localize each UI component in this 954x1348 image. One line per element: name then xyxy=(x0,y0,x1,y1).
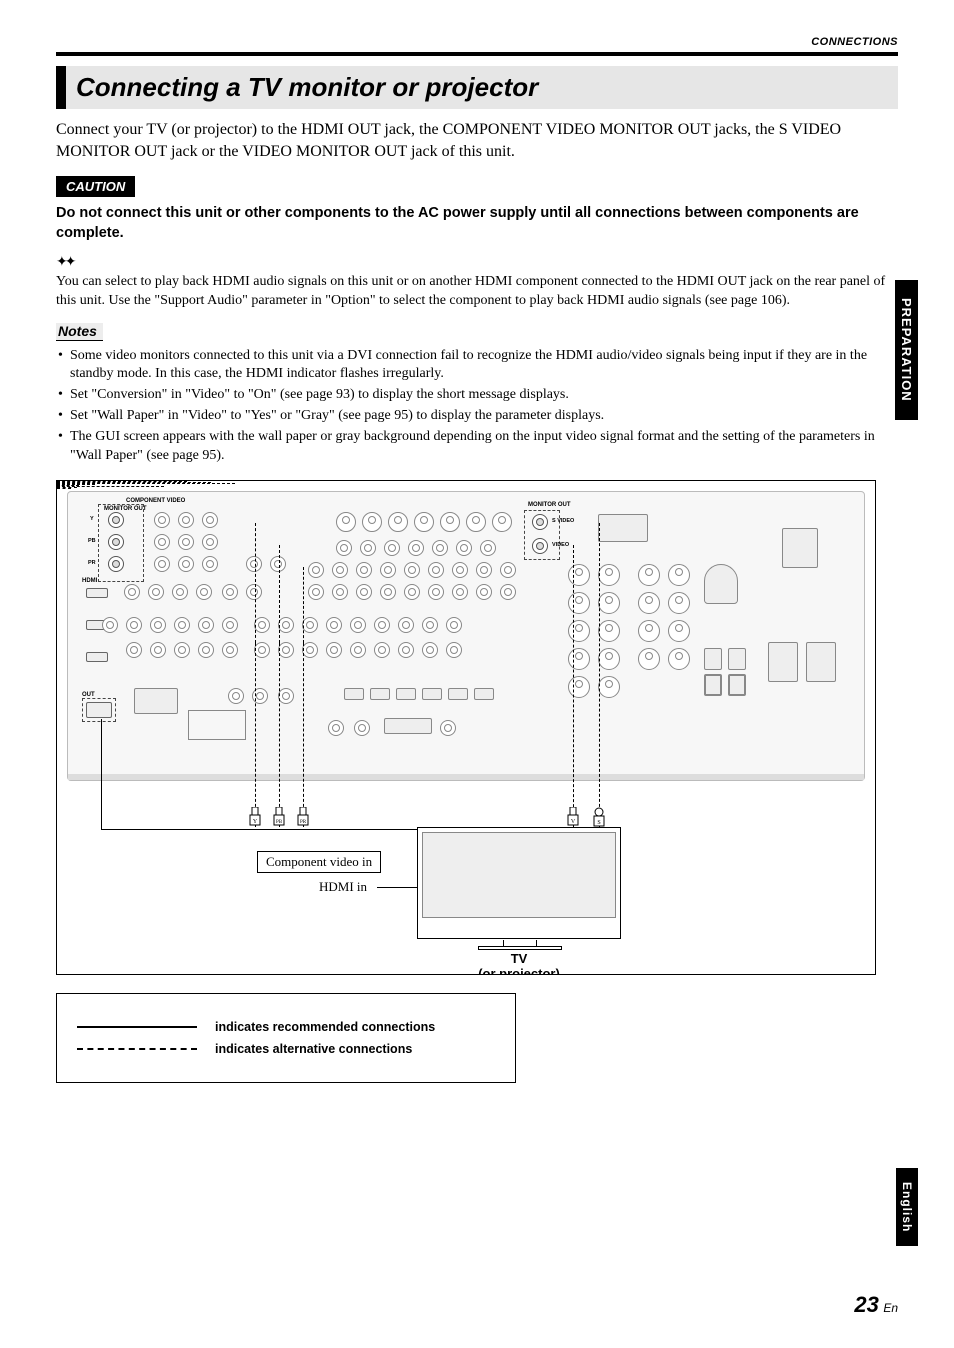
note-item: Set "Conversion" in "Video" to "On" (see… xyxy=(56,386,898,405)
notes-list: Some video monitors connected to this un… xyxy=(56,347,898,466)
title-band: Connecting a TV monitor or projector xyxy=(56,66,898,109)
note-item: Set "Wall Paper" in "Video" to "Yes" or … xyxy=(56,407,898,426)
caution-badge: CAUTION xyxy=(56,176,135,197)
legend-line-solid xyxy=(77,1026,197,1028)
label-video: VIDEO xyxy=(552,542,569,548)
jack-component-y xyxy=(108,512,124,528)
label-y: Y xyxy=(90,516,94,522)
note-item: The GUI screen appears with the wall pap… xyxy=(56,428,898,466)
jack-svideo-out xyxy=(532,514,548,530)
label-hdmi-in: HDMI in xyxy=(319,879,367,895)
tip-icon: ✦✦ xyxy=(56,254,898,271)
label-hdmi: HDMI xyxy=(82,578,97,584)
legend-box: indicates recommended connections indica… xyxy=(56,993,516,1083)
page-number: 23 En xyxy=(854,1292,898,1318)
legend-recommended: indicates recommended connections xyxy=(215,1020,435,1034)
antenna-icon xyxy=(704,564,738,604)
label-monitor-out-right: MONITOR OUT xyxy=(528,502,571,508)
label-svideo: S VIDEO xyxy=(552,518,574,524)
svg-text:Y: Y xyxy=(253,819,258,825)
svg-text:PR: PR xyxy=(300,820,307,825)
legend-line-dashed xyxy=(77,1048,197,1050)
side-tab-preparation: PREPARATION xyxy=(895,280,918,420)
connection-diagram: COMPONENT VIDEO MONITOR OUT Y PB PR HDMI xyxy=(56,480,876,975)
plug-pr: PR xyxy=(296,807,310,829)
plug-y: Y xyxy=(248,807,262,829)
notes-heading: Notes xyxy=(56,323,103,341)
label-component-in: Component video in xyxy=(257,851,381,873)
tv-monitor xyxy=(417,827,621,939)
tip-text: You can select to play back HDMI audio s… xyxy=(56,273,898,311)
plug-video: V xyxy=(566,807,580,829)
port-hdmi-3 xyxy=(86,652,108,662)
rear-panel: COMPONENT VIDEO MONITOR OUT Y PB PR HDMI xyxy=(67,491,865,781)
header-rule xyxy=(56,52,898,56)
side-tab-english: English xyxy=(896,1168,918,1246)
jack-component-pb xyxy=(108,534,124,550)
jack-video-out xyxy=(532,538,548,554)
plug-svideo: S xyxy=(592,807,606,829)
intro-paragraph: Connect your TV (or projector) to the HD… xyxy=(56,119,898,162)
label-pr: PR xyxy=(88,560,96,566)
jack-component-pr xyxy=(108,556,124,572)
port-hdmi-1 xyxy=(86,588,108,598)
note-item: Some video monitors connected to this un… xyxy=(56,347,898,385)
page-title: Connecting a TV monitor or projector xyxy=(76,72,888,103)
section-header: CONNECTIONS xyxy=(56,36,898,48)
tv-label: TV (or projector) xyxy=(417,951,621,975)
legend-alternative: indicates alternative connections xyxy=(215,1042,412,1056)
caution-text: Do not connect this unit or other compon… xyxy=(56,203,898,244)
svg-text:PB: PB xyxy=(276,820,283,825)
svg-text:S: S xyxy=(597,820,600,826)
svg-text:V: V xyxy=(571,819,576,825)
label-pb: PB xyxy=(88,538,96,544)
plug-pb: PB xyxy=(272,807,286,829)
